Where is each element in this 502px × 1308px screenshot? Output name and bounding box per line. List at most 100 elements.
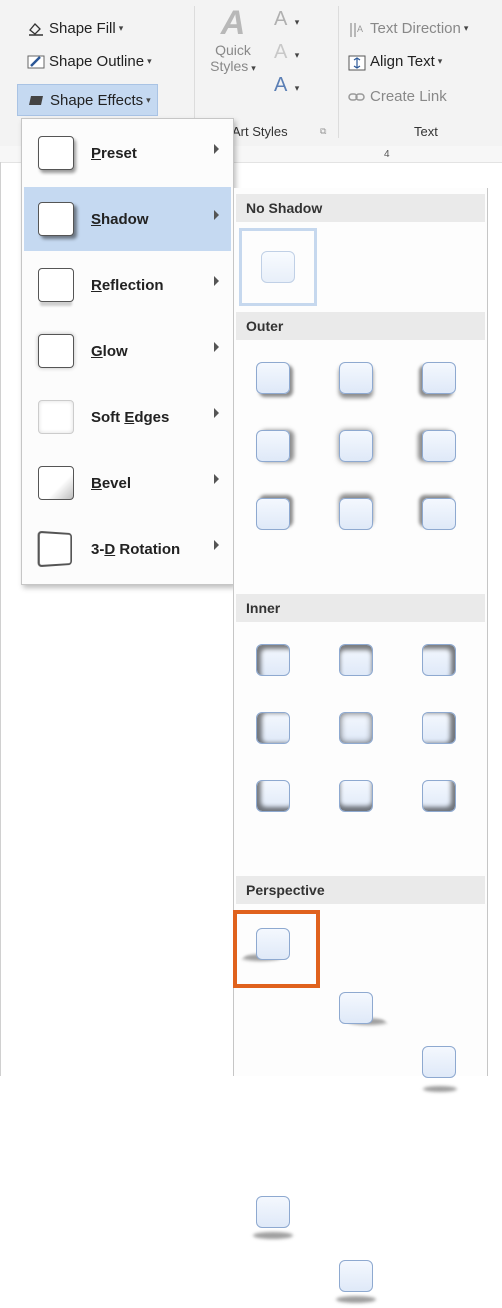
- shape-effects-icon: [28, 93, 46, 107]
- shadow-option-outer[interactable]: [239, 414, 307, 478]
- section-inner: Inner: [236, 594, 485, 622]
- shape-effects-menu: Preset Shadow Reflection Glow Soft Edges…: [21, 118, 234, 585]
- soft-edges-thumb-icon: [38, 400, 74, 434]
- shape-fill-button[interactable]: Shape Fill ▾: [27, 20, 123, 37]
- shadow-swatch: [422, 498, 456, 530]
- section-outer: Outer: [236, 312, 485, 340]
- shadow-swatch: [261, 251, 295, 283]
- shadow-swatch: [339, 992, 373, 1024]
- shape-outline-button[interactable]: Shape Outline ▾: [27, 53, 152, 70]
- menu-item-preset[interactable]: Preset: [24, 121, 231, 185]
- menu-item-soft-edges[interactable]: Soft Edges: [24, 385, 231, 449]
- shadow-option-outer[interactable]: [239, 346, 307, 410]
- ruler-mark: 4: [384, 149, 390, 160]
- submenu-arrow-icon: [214, 474, 219, 484]
- wordart-group-label: Art Styles: [232, 124, 288, 139]
- shadow-option-outer[interactable]: [239, 482, 307, 546]
- dialog-launcher-icon[interactable]: ⧉: [320, 126, 326, 137]
- submenu-arrow-icon: [214, 342, 219, 352]
- shadow-option-inner[interactable]: [322, 696, 390, 760]
- shadow-option-outer[interactable]: [322, 346, 390, 410]
- shadow-swatch: [339, 712, 373, 744]
- shadow-swatch: [256, 498, 290, 530]
- link-icon: [348, 90, 366, 104]
- shadow-swatch: [422, 780, 456, 812]
- preset-thumb-icon: [38, 136, 74, 170]
- shadow-option-inner[interactable]: [239, 764, 307, 828]
- shadow-option-outer[interactable]: [405, 346, 473, 410]
- shadow-option-inner[interactable]: [405, 696, 473, 760]
- document-edge: [0, 162, 1, 1076]
- shadow-swatch: [422, 1046, 456, 1078]
- submenu-arrow-icon: [214, 276, 219, 286]
- pencil-icon: [27, 55, 45, 69]
- shadow-swatch: [422, 712, 456, 744]
- shadow-swatch: [256, 1196, 290, 1228]
- text-fill-a-icon[interactable]: A ▾: [274, 4, 299, 37]
- submenu-arrow-icon: [214, 144, 219, 154]
- shadow-option-outer[interactable]: [322, 414, 390, 478]
- shadow-swatch: [422, 362, 456, 394]
- menu-item-bevel[interactable]: Bevel: [24, 451, 231, 515]
- shadow-swatch: [339, 644, 373, 676]
- section-no-shadow: No Shadow: [236, 194, 485, 222]
- shadow-swatch: [339, 362, 373, 394]
- shadow-option-none[interactable]: [239, 228, 317, 306]
- bevel-thumb-icon: [38, 466, 74, 500]
- paint-bucket-icon: [27, 22, 45, 36]
- quick-styles-a-icon: A: [220, 4, 246, 42]
- shadow-option-outer[interactable]: [322, 482, 390, 546]
- shadow-swatch: [256, 780, 290, 812]
- glow-thumb-icon: [38, 334, 74, 368]
- perspective-shadow: [423, 1086, 457, 1092]
- submenu-arrow-icon: [214, 408, 219, 418]
- text-group-label: Text: [414, 124, 438, 139]
- svg-text:A: A: [357, 24, 363, 34]
- shadow-swatch: [339, 1260, 373, 1292]
- shadow-swatch: [256, 430, 290, 462]
- shadow-swatch: [339, 430, 373, 462]
- perspective-shadow: [253, 1232, 293, 1239]
- shadow-swatch: [339, 780, 373, 812]
- shadow-option-perspective[interactable]: [322, 1244, 390, 1308]
- shadow-option-inner[interactable]: [239, 628, 307, 692]
- text-direction-icon: A: [348, 22, 366, 37]
- shadow-option-inner[interactable]: [405, 764, 473, 828]
- shadow-option-perspective[interactable]: [405, 1030, 473, 1094]
- shadow-swatch: [422, 644, 456, 676]
- shadow-option-inner[interactable]: [405, 628, 473, 692]
- shadow-option-inner[interactable]: [322, 764, 390, 828]
- shadow-swatch: [256, 362, 290, 394]
- create-link-button[interactable]: Create Link: [348, 88, 447, 105]
- shadow-option-inner[interactable]: [322, 628, 390, 692]
- perspective-shadow: [336, 1296, 376, 1303]
- shadow-swatch: [339, 498, 373, 530]
- shape-effects-button[interactable]: Shape Effects ▾: [17, 84, 158, 116]
- text-effects-a-icon[interactable]: A ▾: [274, 70, 299, 103]
- shadow-swatch: [422, 430, 456, 462]
- wordart-buttons: A ▾ A ▾ A ▾: [274, 4, 299, 103]
- shadow-swatch: [256, 644, 290, 676]
- menu-item-shadow[interactable]: Shadow: [24, 187, 231, 251]
- align-text-button[interactable]: Align Text ▾: [348, 53, 442, 70]
- shadow-option-perspective[interactable]: [322, 976, 390, 1040]
- reflection-thumb-icon: [38, 268, 74, 302]
- menu-item-reflection[interactable]: Reflection: [24, 253, 231, 317]
- shadow-option-perspective[interactable]: [239, 1180, 307, 1244]
- shadow-option-outer[interactable]: [405, 482, 473, 546]
- section-perspective: Perspective: [236, 876, 485, 904]
- text-outline-a-icon[interactable]: A ▾: [274, 37, 299, 70]
- quick-styles-button[interactable]: A Quick Styles ▾: [206, 6, 260, 74]
- submenu-arrow-icon: [214, 540, 219, 550]
- shadow-option-outer[interactable]: [405, 414, 473, 478]
- submenu-arrow-icon: [214, 210, 219, 220]
- menu-item-glow[interactable]: Glow: [24, 319, 231, 383]
- shadow-option-inner[interactable]: [239, 696, 307, 760]
- text-direction-button[interactable]: A Text Direction ▾: [348, 20, 468, 37]
- rotation-thumb-icon: [37, 530, 73, 568]
- align-text-icon: [348, 55, 366, 70]
- selection-callout-box: [233, 910, 320, 988]
- ribbon-separator: [338, 6, 339, 138]
- menu-item-3d-rotation[interactable]: 3-D Rotation: [24, 517, 231, 581]
- shadow-thumb-icon: [38, 202, 74, 236]
